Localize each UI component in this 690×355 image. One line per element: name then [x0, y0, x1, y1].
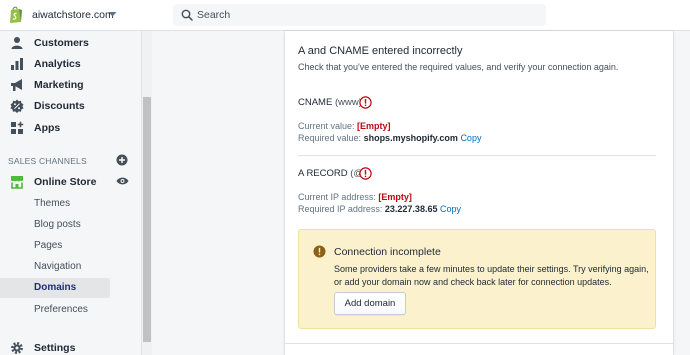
sidebar-subitem-blog-posts[interactable]: Blog posts [0, 215, 142, 234]
card-subtitle: Check that you've entered the required v… [298, 62, 619, 72]
sidebar-item-apps[interactable]: Apps [0, 118, 142, 138]
sidebar-subitem-label: Preferences [34, 304, 88, 315]
sidebar-subitem-preferences[interactable]: Preferences [0, 300, 142, 319]
cname-required-text: shops.myshopify.com [363, 133, 458, 143]
a-record-current-empty: [Empty] [378, 192, 412, 202]
gear-icon [11, 342, 23, 354]
cname-host: (www) [334, 97, 362, 108]
warning-icon [313, 245, 326, 258]
cname-label: CNAME [298, 97, 333, 108]
store-icon [11, 176, 23, 189]
a-record-current-label: Current IP address: [298, 192, 376, 202]
cname-copy-link[interactable]: Copy [460, 133, 481, 143]
cname-current-empty: [Empty] [357, 121, 391, 131]
sidebar-item-label: Apps [34, 122, 61, 134]
chevron-down-icon[interactable] [108, 11, 117, 18]
search-icon [181, 9, 193, 21]
person-icon [11, 37, 23, 49]
sidebar-item-label: Customers [34, 37, 89, 49]
sidebar-item-label: Discounts [34, 100, 85, 112]
a-record-title: A RECORD (@) [298, 168, 366, 179]
sidebar-subitem-label: Pages [34, 240, 63, 251]
sidebar-scrollbar-thumb[interactable] [143, 97, 151, 342]
add-domain-button[interactable]: Add domain [334, 292, 406, 315]
sidebar-item-label: Settings [34, 342, 76, 354]
cname-current-label: Current value: [298, 121, 355, 131]
add-channel-icon[interactable] [116, 154, 128, 166]
sidebar-subitem-themes[interactable]: Themes [0, 194, 142, 213]
sidebar-item-marketing[interactable]: Marketing [0, 75, 142, 95]
sidebar-item-label: Marketing [34, 79, 84, 91]
a-record-current-value: Current IP address: [Empty] [298, 192, 412, 202]
sidebar-subitem-label: Navigation [34, 261, 82, 272]
sidebar-subitem-label: Domains [34, 282, 77, 293]
sidebar-subitem-label: Blog posts [34, 219, 81, 230]
search-bar[interactable] [173, 4, 546, 26]
card-footer-divider [285, 343, 673, 344]
search-input[interactable] [197, 8, 497, 22]
sales-channels-heading: SALES CHANNELS [8, 156, 87, 166]
a-record-label: A RECORD [298, 168, 348, 179]
cname-required-value: Required value: shops.myshopify.com Copy [298, 133, 481, 143]
sidebar-item-label: Online Store [34, 176, 97, 188]
sidebar-item-analytics[interactable]: Analytics [0, 54, 142, 74]
sidebar-item-settings[interactable]: Settings [0, 338, 142, 355]
cname-current-value: Current value: [Empty] [298, 121, 391, 131]
a-record-required-text: 23.227.38.65 [384, 204, 438, 214]
card-title: A and CNAME entered incorrectly [298, 45, 463, 57]
megaphone-icon [11, 79, 22, 91]
sidebar-item-label: Analytics [34, 58, 81, 70]
apps-icon [11, 121, 24, 134]
sidebar-subitem-domains[interactable]: Domains [0, 278, 110, 298]
a-record-required-value: Required IP address: 23.227.38.65 Copy [298, 204, 461, 214]
cname-title: CNAME (www) [298, 97, 362, 108]
banner-body: Some providers take a few minutes to upd… [334, 264, 649, 287]
top-bar: aiwatchstore.com [0, 0, 690, 31]
sidebar-subitem-label: Themes [34, 198, 71, 209]
sidebar-subitem-pages[interactable]: Pages [0, 236, 142, 255]
eye-icon[interactable] [116, 176, 129, 186]
error-icon [359, 167, 372, 180]
sidebar-item-discounts[interactable]: Discounts [0, 96, 142, 116]
record-divider [298, 155, 656, 156]
a-record-required-label: Required IP address: [298, 204, 383, 214]
sidebar-item-customers[interactable]: Customers [0, 33, 142, 53]
a-record-copy-link[interactable]: Copy [440, 204, 461, 214]
error-icon [359, 96, 372, 109]
store-name[interactable]: aiwatchstore.com [32, 9, 114, 21]
sidebar-subitem-navigation[interactable]: Navigation [0, 257, 142, 276]
discount-icon [10, 99, 24, 113]
bar-chart-icon [11, 58, 23, 70]
banner-title: Connection incomplete [334, 246, 441, 258]
cname-required-label: Required value: [298, 133, 362, 143]
shopify-logo-icon[interactable] [8, 6, 24, 24]
